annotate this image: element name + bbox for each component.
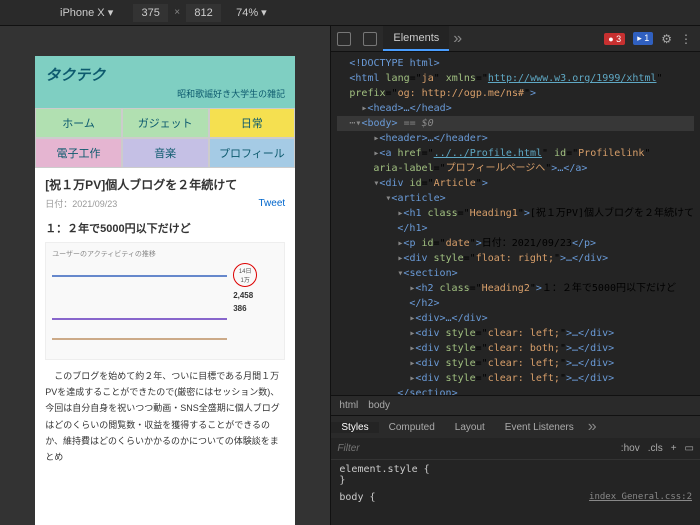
dom-breadcrumb: html body [331, 395, 700, 415]
analytics-chart: ユーザーのアクティビティの推移 14日 1万 2,458 [45, 242, 285, 360]
stat-1: 2,458 [233, 291, 253, 300]
element-style-rule[interactable]: element.style { [339, 464, 692, 475]
article: [祝１万PV]個人ブログを２年続けて 日付：2021/09/23 Tweet １… [35, 168, 295, 473]
tab-styles[interactable]: Styles [331, 422, 378, 433]
styles-filter[interactable] [337, 443, 477, 454]
inspect-icon[interactable] [337, 32, 351, 46]
settings-icon[interactable]: ⚙ [661, 32, 672, 46]
dom-tree[interactable]: <!DOCTYPE html> <html lang="ja" xmlns="h… [331, 52, 700, 395]
info-badge[interactable]: ▸ 1 [633, 32, 653, 45]
zoom-selector[interactable]: 74% ▾ [236, 6, 267, 19]
device-toolbar: iPhone X ▾ × 74% ▾ [0, 0, 700, 26]
devtools-tabs: Elements » ● 3 ▸ 1 ⚙ ⋮ [331, 26, 700, 52]
article-date: 日付：2021/09/23 [45, 197, 117, 210]
device-icon[interactable]: ▭ [685, 443, 694, 454]
breadcrumb-html[interactable]: html [339, 400, 358, 411]
device-selector[interactable]: iPhone X ▾ [60, 6, 113, 19]
nav-profile[interactable]: プロフィール [209, 138, 296, 168]
site-subtitle: 昭和歌謡好き大学生の雑記 [45, 87, 285, 100]
article-body: このブログを始めて約２年、ついに目標である月間１万PVを達成することができたので… [45, 368, 285, 465]
chart-graph [52, 263, 227, 353]
nav-daily[interactable]: 日常 [209, 108, 296, 138]
device-toggle-icon[interactable] [363, 32, 377, 46]
nav-music[interactable]: 音楽 [122, 138, 209, 168]
devtools-panel: Elements » ● 3 ▸ 1 ⚙ ⋮ <!DOCTYPE html> <… [330, 26, 700, 525]
stat-2: 386 [233, 304, 246, 313]
site-title: タクテク [45, 64, 285, 85]
tab-elements[interactable]: Elements [383, 26, 449, 51]
hov-btn[interactable]: :hov [621, 443, 640, 454]
tab-computed[interactable]: Computed [379, 422, 445, 433]
cls-btn[interactable]: .cls [648, 443, 663, 454]
width-input[interactable] [133, 4, 168, 22]
tab-event-listeners[interactable]: Event Listeners [495, 422, 584, 433]
dim-separator: × [174, 7, 180, 18]
dimensions: × [133, 4, 221, 22]
height-input[interactable] [186, 4, 221, 22]
css-file-link[interactable]: index_General.css:2 [589, 492, 692, 502]
nav-home[interactable]: ホーム [35, 108, 122, 138]
more-styles-tabs[interactable]: » [588, 418, 597, 436]
tab-layout[interactable]: Layout [445, 422, 495, 433]
article-title: [祝１万PV]個人ブログを２年続けて [45, 176, 285, 193]
chart-title: ユーザーのアクティビティの推移 [52, 249, 278, 259]
site-header: タクテク 昭和歌謡好き大学生の雑記 [35, 56, 295, 108]
add-rule-btn[interactable]: + [671, 443, 677, 454]
breadcrumb-body[interactable]: body [368, 400, 390, 411]
chart-stats: 14日 1万 2,458 386 [233, 263, 278, 353]
more-icon[interactable]: ⋮ [680, 32, 692, 46]
article-h2: １：２年で5000円以下だけど [45, 220, 285, 236]
body-rule[interactable]: body { [339, 492, 375, 503]
highlight-circle: 14日 1万 [233, 263, 257, 287]
nav-electronics[interactable]: 電子工作 [35, 138, 122, 168]
tweet-link[interactable]: Tweet [259, 198, 286, 209]
more-tabs-icon[interactable]: » [453, 30, 462, 48]
nav-gadget[interactable]: ガジェット [122, 108, 209, 138]
error-badge[interactable]: ● 3 [604, 33, 625, 45]
device-viewport: タクテク 昭和歌謡好き大学生の雑記 ホーム ガジェット 日常 電子工作 音楽 プ… [0, 26, 330, 525]
styles-panel: Styles Computed Layout Event Listeners »… [331, 415, 700, 525]
rendered-page[interactable]: タクテク 昭和歌謡好き大学生の雑記 ホーム ガジェット 日常 電子工作 音楽 プ… [35, 56, 295, 525]
